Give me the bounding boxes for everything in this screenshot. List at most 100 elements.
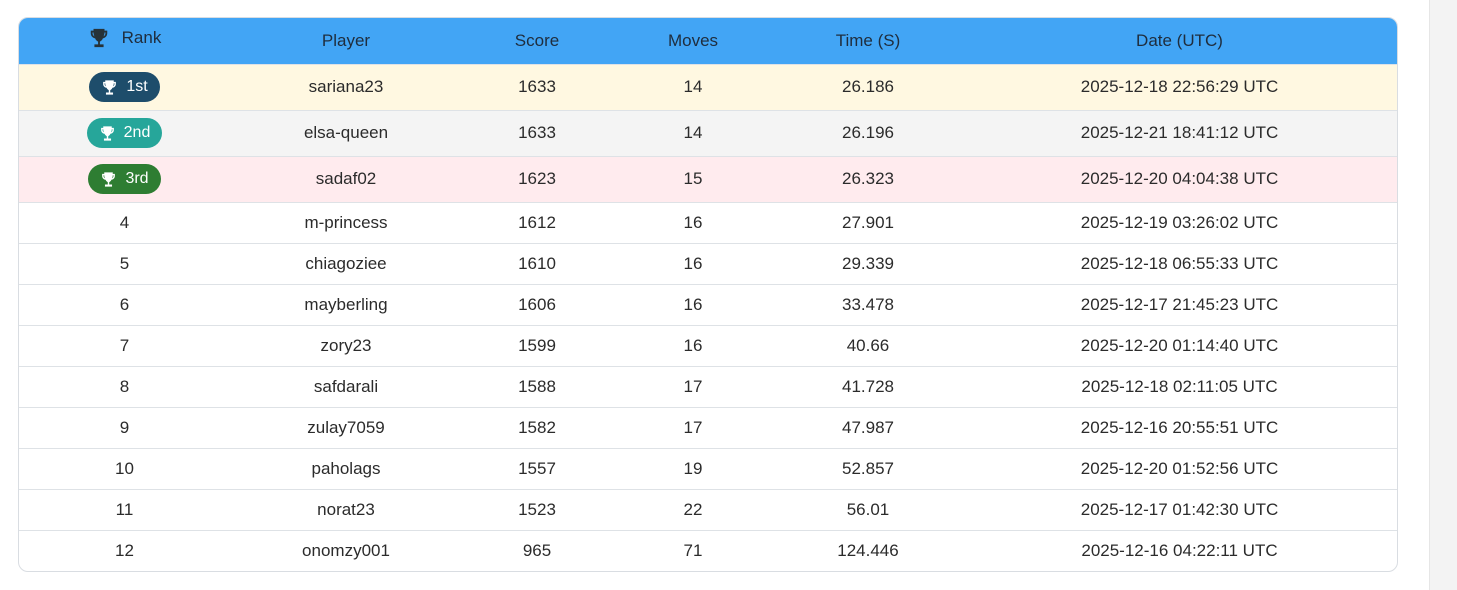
player-cell: paholags [230, 447, 462, 489]
time-cell: 56.01 [774, 488, 962, 530]
time-cell: 27.901 [774, 201, 962, 243]
trophy-icon [99, 125, 116, 142]
date-cell: 2025-12-16 20:55:51 UTC [962, 406, 1397, 448]
player-cell: elsa-queen [230, 109, 462, 156]
rank-cell: 6 [19, 283, 230, 325]
date-cell: 2025-12-18 22:56:29 UTC [962, 63, 1397, 110]
table-row[interactable]: 7 zory23 1599 16 40.66 2025-12-20 01:14:40 UT… [19, 324, 1397, 366]
player-cell: mayberling [230, 283, 462, 325]
table-row[interactable]: 4 m-princess 1612 16 27.901 2025-12-19 03:26:… [19, 201, 1397, 243]
score-cell: 1633 [462, 63, 612, 110]
moves-cell: 16 [612, 324, 774, 366]
rank-cell: 10 [19, 447, 230, 489]
rank-header-label: Rank [121, 28, 162, 48]
score-header[interactable]: Score [462, 18, 612, 64]
moves-cell: 15 [612, 155, 774, 202]
player-cell: onomzy001 [230, 529, 462, 571]
date-cell: 2025-12-18 02:11:05 UTC [962, 365, 1397, 407]
player-cell: zulay7059 [230, 406, 462, 448]
player-cell: chiagoziee [230, 242, 462, 284]
rank-cell: 11 [19, 488, 230, 530]
score-cell: 1557 [462, 447, 612, 489]
date-header[interactable]: Date (UTC) [962, 18, 1397, 64]
table-header-row: Rank Player Score Moves Time (S) Date (U… [19, 18, 1397, 64]
time-cell: 29.339 [774, 242, 962, 284]
player-cell: sadaf02 [230, 155, 462, 202]
table-row[interactable]: 6 mayberling 1606 16 33.478 2025-12-17 21:45:… [19, 283, 1397, 325]
trophy-icon [100, 171, 117, 188]
player-cell: norat23 [230, 488, 462, 530]
date-cell: 2025-12-18 06:55:33 UTC [962, 242, 1397, 284]
rank-badge-label: 1st [126, 78, 148, 95]
rank-cell: 3rd [19, 155, 230, 202]
score-cell: 1599 [462, 324, 612, 366]
moves-cell: 22 [612, 488, 774, 530]
moves-cell: 14 [612, 109, 774, 156]
moves-cell: 16 [612, 283, 774, 325]
moves-cell: 71 [612, 529, 774, 571]
page-scrollbar[interactable] [1429, 0, 1457, 590]
date-cell: 2025-12-20 01:52:56 UTC [962, 447, 1397, 489]
trophy-icon [88, 27, 110, 49]
player-cell: sariana23 [230, 63, 462, 110]
score-cell: 1606 [462, 283, 612, 325]
table-row[interactable]: 8 safdarali 1588 17 41.728 2025-12-18 02:11:0… [19, 365, 1397, 407]
time-cell: 47.987 [774, 406, 962, 448]
moves-cell: 16 [612, 242, 774, 284]
player-header[interactable]: Player [230, 18, 462, 64]
rank-badge: 2nd [86, 118, 163, 148]
time-cell: 26.196 [774, 109, 962, 156]
table-row[interactable]: 2nd elsa-queen 1633 14 26.196 2025-12-21 18:4… [19, 109, 1397, 156]
moves-cell: 16 [612, 201, 774, 243]
table-row[interactable]: 9 zulay7059 1582 17 47.987 2025-12-16 20:55:5… [19, 406, 1397, 448]
date-cell: 2025-12-19 03:26:02 UTC [962, 201, 1397, 243]
rank-badge: 1st [89, 72, 160, 102]
time-cell: 124.446 [774, 529, 962, 571]
rank-badge-label: 2nd [123, 124, 151, 141]
time-cell: 52.857 [774, 447, 962, 489]
rank-badge-label: 3rd [125, 170, 149, 187]
time-cell: 26.323 [774, 155, 962, 202]
date-cell: 2025-12-17 21:45:23 UTC [962, 283, 1397, 325]
score-cell: 1623 [462, 155, 612, 202]
time-header[interactable]: Time (S) [774, 18, 962, 64]
score-cell: 1610 [462, 242, 612, 284]
leaderboard: Rank Player Score Moves Time (S) Date (U… [18, 17, 1398, 572]
date-cell: 2025-12-16 04:22:11 UTC [962, 529, 1397, 571]
table-row[interactable]: 5 chiagoziee 1610 16 29.339 2025-12-18 06:55:… [19, 242, 1397, 284]
moves-cell: 19 [612, 447, 774, 489]
rank-cell: 9 [19, 406, 230, 448]
rank-cell: 4 [19, 201, 230, 243]
leaderboard-table: Rank Player Score Moves Time (S) Date (U… [19, 18, 1397, 571]
player-cell: m-princess [230, 201, 462, 243]
moves-cell: 17 [612, 365, 774, 407]
time-cell: 33.478 [774, 283, 962, 325]
rank-cell: 2nd [19, 109, 230, 156]
time-cell: 40.66 [774, 324, 962, 366]
table-row[interactable]: 11 norat23 1523 22 56.01 2025-12-17 01:42:30 … [19, 488, 1397, 530]
moves-cell: 14 [612, 63, 774, 110]
time-cell: 41.728 [774, 365, 962, 407]
score-cell: 1588 [462, 365, 612, 407]
moves-cell: 17 [612, 406, 774, 448]
score-cell: 965 [462, 529, 612, 571]
table-row[interactable]: 3rd sadaf02 1623 15 26.323 2025-12-20 04:04:3… [19, 155, 1397, 202]
rank-cell: 8 [19, 365, 230, 407]
moves-header[interactable]: Moves [612, 18, 774, 64]
score-cell: 1523 [462, 488, 612, 530]
time-cell: 26.186 [774, 63, 962, 110]
score-cell: 1633 [462, 109, 612, 156]
score-cell: 1582 [462, 406, 612, 448]
rank-cell: 7 [19, 324, 230, 366]
rank-cell: 1st [19, 63, 230, 110]
rank-badge: 3rd [88, 164, 161, 194]
player-cell: zory23 [230, 324, 462, 366]
rank-cell: 12 [19, 529, 230, 571]
table-row[interactable]: 10 paholags 1557 19 52.857 2025-12-20 01:52:5… [19, 447, 1397, 489]
table-row[interactable]: 1st sariana23 1633 14 26.186 2025-12-18 22:56… [19, 63, 1397, 110]
table-body: 1st sariana23 1633 14 26.186 2025-12-18 22:56… [19, 63, 1397, 571]
table-row[interactable]: 12 onomzy001 965 71 124.446 2025-12-16 04:22:… [19, 529, 1397, 571]
date-cell: 2025-12-21 18:41:12 UTC [962, 109, 1397, 156]
date-cell: 2025-12-20 04:04:38 UTC [962, 155, 1397, 202]
rank-header[interactable]: Rank [19, 18, 230, 64]
